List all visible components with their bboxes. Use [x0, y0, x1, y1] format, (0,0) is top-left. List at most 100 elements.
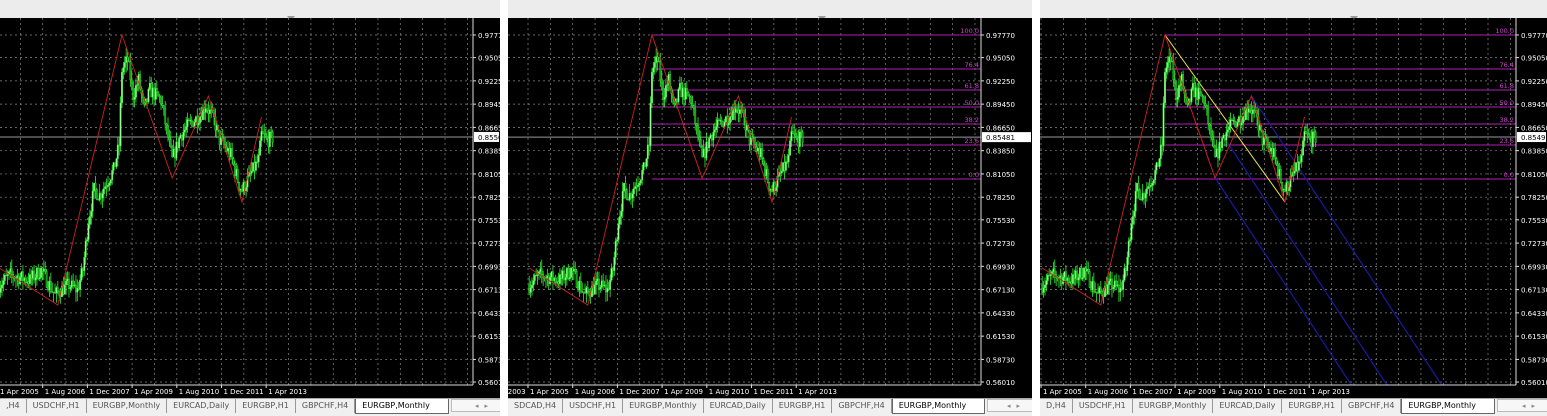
scroll-right-icon[interactable]: ▸ — [484, 402, 494, 410]
tab-scroll-arrows[interactable]: ◂▸ — [475, 402, 494, 410]
chart-tab[interactable]: GBPCHF,H4 — [832, 399, 892, 413]
chart-tab[interactable]: EURCAD,Daily — [704, 399, 773, 413]
price-tick-label: 0.72730 — [1521, 240, 1547, 248]
fib-level-label: 61.8 — [1500, 82, 1514, 90]
price-tick-label: 0.56010 — [986, 379, 1015, 387]
time-tick-label: 1 Dec 2011 — [754, 388, 794, 396]
price-tick-label: 0.81050 — [986, 171, 1015, 179]
time-tick-label: 1 Apr 2005 — [530, 388, 569, 396]
price-tick-label: 0.67130 — [986, 287, 1015, 295]
candle — [171, 144, 174, 158]
chart-tab[interactable]: ,H4 — [0, 399, 27, 413]
chart-tab[interactable]: EURCAD,Daily — [1213, 399, 1283, 413]
candle — [1157, 162, 1159, 167]
chart-tab[interactable]: USDCHF,H1 — [563, 399, 624, 413]
candle — [651, 68, 653, 108]
time-tick-label: 1 Dec 2007 — [89, 388, 129, 396]
fib-level-label: 61.8 — [965, 82, 979, 90]
time-tick-label: 1 Aug 2006 — [45, 388, 86, 396]
chart-window-2[interactable]: 100.0 76.4 61.8 50.0 38.2 23.6 0.0 0.97770 0.950… — [508, 0, 1032, 416]
time-tick-label: 1 Apr 2013 — [268, 388, 307, 396]
candle — [1138, 188, 1141, 201]
price-tick-label: 0.56010 — [1521, 379, 1547, 387]
candle — [147, 87, 150, 104]
candle — [1235, 121, 1238, 128]
chart-tab[interactable]: GBPCHF,H4 — [296, 399, 356, 413]
tab-scroll-arrows[interactable]: ◂▸ — [1522, 402, 1541, 410]
time-tick-label: 1 Aug 2010 — [179, 388, 219, 396]
time-tick-label: 1 Apr 2013 — [798, 388, 837, 396]
price-tick-label: 0.97770 — [478, 32, 500, 40]
price-tick-label: 0.75530 — [478, 217, 500, 225]
price-tick-label: 0.81050 — [1521, 171, 1547, 179]
candle — [644, 162, 646, 167]
price-tick-label: 0.95050 — [478, 55, 500, 63]
price-tick-label: 0.69930 — [1521, 263, 1547, 271]
time-tick-label: 1 Aug 2010 — [1222, 388, 1262, 396]
price-tick-label: 0.83850 — [986, 148, 1015, 156]
chart-tab-active[interactable]: EURGBP,Monthly — [1401, 399, 1495, 414]
tab-scroll-arrows[interactable]: ◂▸ — [1007, 402, 1026, 410]
candle — [722, 121, 725, 128]
chart-tab-active[interactable]: EURGBP,Monthly — [355, 399, 449, 414]
fib-level-label: 23.6 — [965, 137, 979, 145]
chart-tab-active[interactable]: EURGBP,Monthly — [891, 399, 986, 414]
chart-tab[interactable]: GBPCHF,H4 — [1342, 399, 1402, 413]
fib-level-label: 76.4 — [1500, 61, 1514, 69]
candle — [1295, 162, 1297, 173]
time-tick-label: 1 Apr 2005 — [0, 388, 39, 396]
current-price-label: 0.85490 — [1521, 134, 1547, 142]
chart-tab[interactable]: SDCAD,H4 — [508, 399, 564, 413]
candle — [1238, 115, 1240, 123]
chart-tab[interactable]: USDCHF,H1 — [27, 399, 87, 413]
price-tick-label: 0.72730 — [986, 240, 1015, 248]
price-tick-label: 0.83850 — [1521, 148, 1547, 156]
time-tick-label: 1 Dec 2007 — [619, 388, 659, 396]
candle — [1088, 268, 1091, 289]
chart-background — [1040, 18, 1547, 398]
price-tick-label: 0.95050 — [1521, 55, 1547, 63]
fib-level-label: 50.0 — [1500, 99, 1514, 107]
price-tick-label: 0.95050 — [986, 55, 1015, 63]
price-tick-label: 0.69930 — [986, 263, 1015, 271]
price-tick-label: 0.67130 — [478, 287, 500, 295]
candle — [687, 91, 690, 97]
chart-background — [508, 18, 1032, 398]
candle — [1190, 87, 1193, 104]
price-chart[interactable]: 0.97770 0.95050 0.92250 0.89450 0.86650 0.838… — [0, 0, 500, 398]
price-tick-label: 0.89450 — [1521, 101, 1547, 109]
price-tick-label: 0.89450 — [986, 101, 1015, 109]
price-tick-label: 0.61530 — [478, 333, 500, 341]
chart-window-1[interactable]: 0.97770 0.95050 0.92250 0.89450 0.86650 0.838… — [0, 0, 500, 416]
price-tick-label: 0.61530 — [986, 333, 1015, 341]
price-chart[interactable]: 100.0 76.4 61.8 50.0 38.2 23.6 0.0 0.97770 0.950… — [1040, 0, 1547, 398]
candle — [575, 268, 578, 289]
price-tick-label: 0.61530 — [1521, 333, 1547, 341]
price-tick-label: 0.92250 — [1521, 78, 1547, 86]
time-tick-label: 1 Dec 2007 — [1132, 388, 1172, 396]
scroll-right-icon[interactable]: ▸ — [1531, 402, 1541, 410]
price-chart[interactable]: 100.0 76.4 61.8 50.0 38.2 23.6 0.0 0.97770 0.950… — [508, 0, 1032, 398]
fib-level-label: 0.0 — [969, 171, 979, 179]
scroll-right-icon[interactable]: ▸ — [1016, 402, 1026, 410]
chart-tab[interactable]: USDCHF,H1 — [1073, 399, 1133, 413]
fib-level-label: 23.6 — [1500, 137, 1514, 145]
chart-tab[interactable]: EURGBP,Monthly — [623, 399, 704, 413]
chart-tab[interactable]: EURGBP,H1 — [1282, 399, 1343, 413]
chart-tab[interactable]: EURGBP,Monthly — [1133, 399, 1214, 413]
time-tick-label: 1 Aug 2006 — [575, 388, 616, 396]
chart-tab[interactable]: EURGBP,H1 — [773, 399, 833, 413]
current-price-label: 0.85502 — [478, 134, 500, 142]
chart-tab[interactable]: EURGBP,Monthly — [87, 399, 168, 413]
candle — [1162, 96, 1165, 152]
time-tick-label: 1 Apr 2005 — [1043, 388, 1082, 396]
chart-tab[interactable]: EURCAD,Daily — [167, 399, 237, 413]
price-tick-label: 0.69930 — [478, 263, 500, 271]
candle — [95, 188, 98, 201]
chart-tab[interactable]: D,H4 — [1040, 399, 1073, 413]
chart-window-3[interactable]: 100.0 76.4 61.8 50.0 38.2 23.6 0.0 0.97770 0.950… — [1040, 0, 1547, 416]
chart-tab[interactable]: EURGBP,H1 — [236, 399, 296, 413]
chart-tab-bar: SDCAD,H4 USDCHF,H1 EURGBP,Monthly EURCAD,Da… — [508, 398, 1032, 416]
time-tick-label: 1 Apr 2009 — [1177, 388, 1216, 396]
candle — [782, 162, 784, 173]
